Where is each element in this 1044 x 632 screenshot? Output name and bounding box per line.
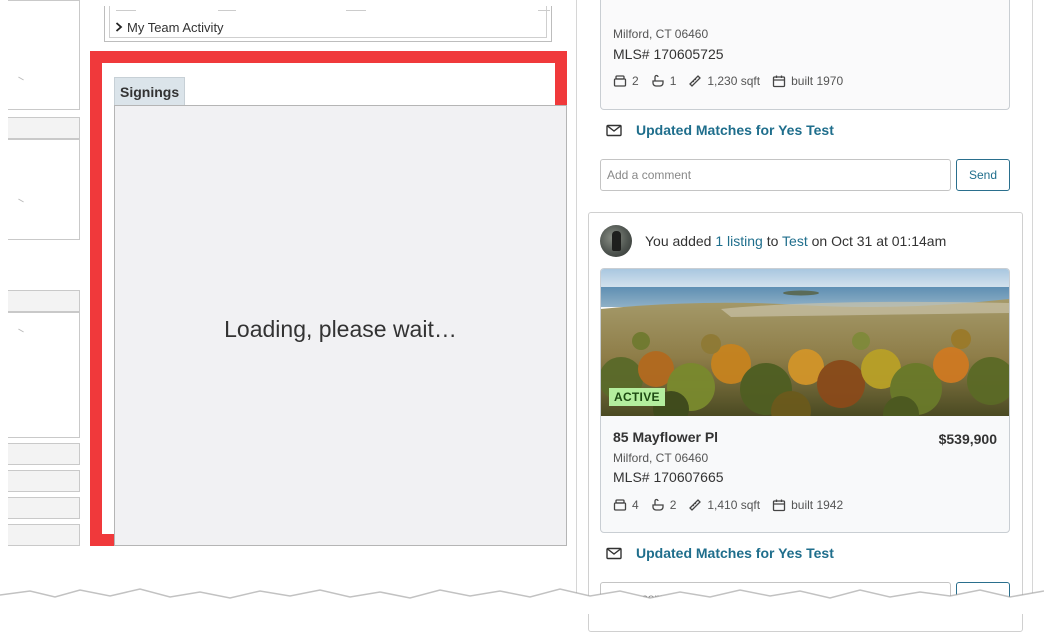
mail-icon <box>606 124 622 136</box>
listing-city: Milford, CT 06460 <box>613 451 709 465</box>
built-value: built 1970 <box>791 74 844 88</box>
left-panel-box <box>8 0 80 110</box>
listing-card-partial[interactable]: Milford, CT 06460 MLS# 170605725 2 1 1,2… <box>600 0 1010 110</box>
calendar-icon <box>772 75 786 88</box>
loading-message: Loading, please wait… <box>224 316 457 342</box>
status-badge: ACTIVE <box>609 388 665 406</box>
left-panel-header[interactable] <box>8 497 80 519</box>
sqft-value: 1,230 sqft <box>707 74 761 88</box>
left-panel-header[interactable] <box>8 290 80 312</box>
left-panel-header[interactable] <box>8 470 80 492</box>
left-panel-header[interactable] <box>8 117 80 139</box>
faint-line <box>218 10 236 11</box>
activity-prefix: You added <box>645 233 712 249</box>
sqft-stat: 1,410 sqft <box>688 498 760 512</box>
team-activity-toggle[interactable]: My Team Activity <box>115 20 224 35</box>
activity-timestamp: on Oct 31 at 01:14am <box>811 233 947 249</box>
updated-matches-row: Updated Matches for Yes Test <box>606 545 834 561</box>
listing-count-link[interactable]: 1 listing <box>715 233 762 249</box>
bed-icon <box>613 75 627 87</box>
client-link[interactable]: Test <box>782 233 808 249</box>
comment-input[interactable] <box>600 159 951 191</box>
chevron-right-icon <box>115 22 123 32</box>
listing-price: $539,900 <box>938 431 997 447</box>
ruler-icon <box>689 75 702 87</box>
beds-stat: 4 <box>613 498 639 512</box>
baths-value: 2 <box>669 498 677 512</box>
sqft-value: 1,410 sqft <box>707 498 761 512</box>
listing-card[interactable]: ACTIVE 85 Mayflower Pl $539,900 Milford,… <box>600 268 1010 533</box>
baths-stat: 1 <box>651 74 677 88</box>
listing-street: 85 Mayflower Pl <box>613 429 719 445</box>
built-stat: built 1942 <box>772 498 843 512</box>
baths-value: 1 <box>669 74 677 88</box>
team-activity-label: My Team Activity <box>127 20 224 35</box>
ruler-icon <box>689 499 702 511</box>
listing-stats: 4 2 1,410 sqft built 1942 <box>613 498 855 512</box>
column-divider <box>576 0 577 600</box>
signings-panel: Loading, please wait… <box>114 105 567 546</box>
updated-matches-link[interactable]: Updated Matches for Yes Test <box>636 122 834 138</box>
beds-value: 4 <box>632 498 639 512</box>
faint-line <box>116 10 136 11</box>
beds-stat: 2 <box>613 74 639 88</box>
left-panel-box <box>8 139 80 240</box>
bath-icon <box>652 498 664 511</box>
team-activity-section: My Team Activity <box>104 6 552 42</box>
sqft-stat: 1,230 sqft <box>688 74 760 88</box>
built-value: built 1942 <box>791 498 844 512</box>
activity-description: You added 1 listing to Test on Oct 31 at… <box>645 233 946 249</box>
bath-icon <box>652 74 664 87</box>
column-divider <box>1032 0 1033 600</box>
beds-value: 2 <box>632 74 639 88</box>
listing-mls: MLS# 170607665 <box>613 469 724 485</box>
listing-stats: 2 1 1,230 sqft built 1970 <box>613 74 855 88</box>
updated-matches-link[interactable]: Updated Matches for Yes Test <box>636 545 834 561</box>
bed-icon <box>613 499 627 511</box>
built-stat: built 1970 <box>772 74 843 88</box>
baths-stat: 2 <box>651 498 677 512</box>
listing-mls: MLS# 170605725 <box>613 46 724 62</box>
listing-city: Milford, CT 06460 <box>613 27 709 41</box>
signings-tab[interactable]: Signings <box>114 77 186 106</box>
signings-highlight-frame: Signings Loading, please wait… <box>90 51 567 546</box>
send-button[interactable]: Send <box>956 159 1010 191</box>
updated-matches-row: Updated Matches for Yes Test <box>606 122 834 138</box>
left-panel-header[interactable] <box>8 443 80 465</box>
left-panel-header[interactable] <box>8 524 80 546</box>
torn-edge <box>0 588 1044 614</box>
mail-icon <box>606 547 622 559</box>
activity-to: to <box>766 233 779 249</box>
calendar-icon <box>772 499 786 512</box>
left-sidebar-strip <box>0 0 82 560</box>
avatar[interactable] <box>600 225 632 257</box>
faint-line <box>538 10 550 11</box>
left-panel-box <box>8 312 80 438</box>
faint-line <box>346 10 366 11</box>
